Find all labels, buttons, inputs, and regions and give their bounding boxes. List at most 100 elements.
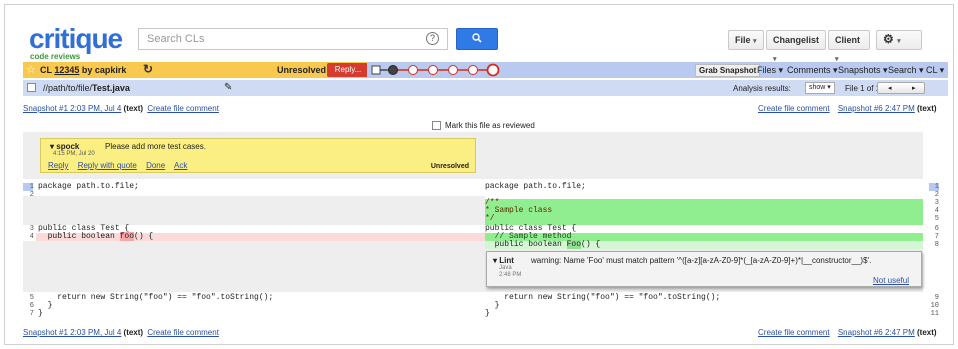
line-number[interactable]: 10 [929, 302, 939, 310]
search-input[interactable]: Search CLs ? [138, 28, 448, 50]
chevron-down-icon: ▾ [897, 38, 901, 45]
files-menu[interactable]: Files ▾ [757, 65, 783, 76]
review-comment: ▾ spock Please add more test cases. 4:15… [40, 138, 476, 173]
file-count: File 1 of 1 [845, 84, 881, 93]
grab-snapshot-button[interactable]: Grab Snapshot [695, 64, 761, 77]
lint-meta: Java 2:48 PM [499, 265, 521, 279]
reply-with-quote-link[interactable]: Reply with quote [78, 161, 137, 170]
right-create-comment-link[interactable]: Create file comment [758, 328, 830, 337]
search-icon [472, 33, 482, 43]
line-number[interactable]: 1 [929, 183, 939, 191]
right-create-comment-link[interactable]: Create file comment [758, 104, 830, 113]
right-snapshot-tag: (text) [917, 328, 937, 337]
snapshots-menu[interactable]: Snapshots ▾ [838, 65, 888, 76]
cl-author: by capkirk [81, 65, 127, 75]
left-create-comment-link[interactable]: Create file comment [147, 104, 219, 113]
code-token: () { [581, 240, 601, 249]
logo-text: critique [29, 23, 123, 54]
cl-menu[interactable]: CL ▾ [926, 65, 944, 76]
right-snapshot-footer: Create file comment Snapshot #6 2:47 PM … [758, 328, 937, 337]
lint-finding: ▾ Lint warning: Name 'Foo' must match pa… [486, 251, 922, 287]
line-number[interactable]: 9 [929, 294, 939, 302]
gear-icon: ⚙ [883, 32, 894, 46]
file-menu-button[interactable]: File ▾ [728, 30, 764, 50]
client-menu-button[interactable]: Client ▾ [828, 30, 870, 63]
lint-source: Java [499, 265, 512, 271]
left-create-comment-link[interactable]: Create file comment [147, 328, 219, 337]
search-menu[interactable]: Search ▾ [888, 65, 924, 76]
left-snapshot-tag: (text) [123, 328, 144, 337]
line-number[interactable]: 1 [24, 183, 34, 191]
cl-number-link[interactable]: 12345 [54, 65, 79, 75]
changelist-menu-button[interactable]: Changelist ▾ [766, 30, 826, 63]
next-file-icon[interactable]: ▸ [912, 84, 916, 92]
refresh-icon[interactable]: ↻ [143, 62, 153, 76]
cl-status: Unresolved [277, 65, 327, 75]
comment-time: 4:15 PM, Jul 20 [53, 151, 95, 157]
code-token: () { [134, 232, 154, 241]
reply-button[interactable]: Reply... [327, 63, 369, 77]
right-snapshot-link[interactable]: Snapshot #6 2:47 PM [838, 328, 915, 337]
code-line: return new String("foo") == "foo".toStri… [485, 293, 721, 302]
left-snapshot-header: Snapshot #1 2:03 PM, Jul 4 (text) Create… [23, 104, 219, 113]
left-snapshot-tag: (text) [123, 104, 144, 113]
reply-link[interactable]: Reply [48, 161, 68, 170]
line-number[interactable]: 7 [929, 233, 939, 241]
mark-reviewed[interactable]: Mark this file as reviewed [432, 121, 535, 130]
code-token: public boolean [485, 240, 567, 249]
help-icon[interactable]: ? [426, 32, 439, 45]
not-useful-link[interactable]: Not useful [873, 276, 909, 285]
file-checkbox[interactable] [27, 83, 36, 92]
line-number[interactable]: 5 [24, 294, 34, 302]
comment-status: Unresolved [430, 163, 469, 170]
line-number[interactable]: 4 [24, 233, 34, 241]
file-path: //path/to/file/Test.java [43, 83, 130, 93]
comment-author[interactable]: ▾ spock [50, 142, 79, 151]
file-menu-label: File [735, 35, 751, 45]
prev-file-icon[interactable]: ◂ [888, 84, 892, 92]
right-snapshot-header: Create file comment Snapshot #6 2:47 PM … [758, 104, 937, 113]
file-pager[interactable]: ◂ ▸ [877, 82, 925, 94]
line-number[interactable]: 7 [24, 310, 34, 318]
line-number[interactable]: 4 [929, 207, 939, 215]
code-line: package path.to.file; [38, 182, 139, 191]
cl-menu-label: CL [926, 65, 938, 75]
lint-time: 2:48 PM [499, 272, 522, 278]
line-number[interactable]: 5 [929, 215, 939, 223]
client-menu-label: Client [835, 35, 861, 45]
comments-menu[interactable]: Comments ▾ [787, 65, 838, 76]
left-gap [23, 196, 485, 225]
lint-author[interactable]: ▾ Lint [493, 256, 514, 265]
right-snapshot-link[interactable]: Snapshot #6 2:47 PM [838, 104, 915, 113]
ack-link[interactable]: Ack [174, 161, 187, 170]
line-number[interactable]: 3 [24, 225, 34, 233]
code-line: * Sample class [485, 206, 553, 215]
code-line: } [38, 309, 43, 318]
line-number[interactable]: 6 [24, 302, 34, 310]
line-number[interactable]: 2 [24, 191, 34, 199]
line-number[interactable]: 6 [929, 225, 939, 233]
right-gap [485, 132, 923, 179]
done-link[interactable]: Done [146, 161, 165, 170]
mark-reviewed-checkbox[interactable] [432, 121, 441, 130]
search-button[interactable] [456, 28, 498, 50]
left-snapshot-link[interactable]: Snapshot #1 2:03 PM, Jul 4 [23, 104, 121, 113]
analysis-show-select[interactable]: show ▾ [805, 82, 835, 94]
right-snapshot-tag: (text) [917, 104, 937, 113]
code-line: package path.to.file; [485, 182, 586, 191]
left-snapshot-footer: Snapshot #1 2:03 PM, Jul 4 (text) Create… [23, 328, 219, 337]
added-token: Foo [566, 240, 582, 249]
code-token: public boolean [38, 232, 120, 241]
snapshot-slider[interactable] [367, 62, 567, 78]
edit-icon[interactable]: ✎ [224, 82, 232, 93]
star-icon[interactable]: ☆ [26, 63, 36, 76]
line-number[interactable]: 11 [929, 310, 939, 318]
settings-button[interactable]: ⚙ ▾ [876, 30, 922, 50]
line-number[interactable]: 2 [929, 191, 939, 199]
line-number[interactable]: 3 [929, 199, 939, 207]
left-snapshot-link[interactable]: Snapshot #1 2:03 PM, Jul 4 [23, 328, 121, 337]
code-line: public boolean foo() { [38, 232, 154, 241]
critique-logo[interactable]: critique code reviews [29, 23, 139, 62]
left-gap [23, 241, 485, 292]
line-number[interactable]: 8 [929, 241, 939, 249]
